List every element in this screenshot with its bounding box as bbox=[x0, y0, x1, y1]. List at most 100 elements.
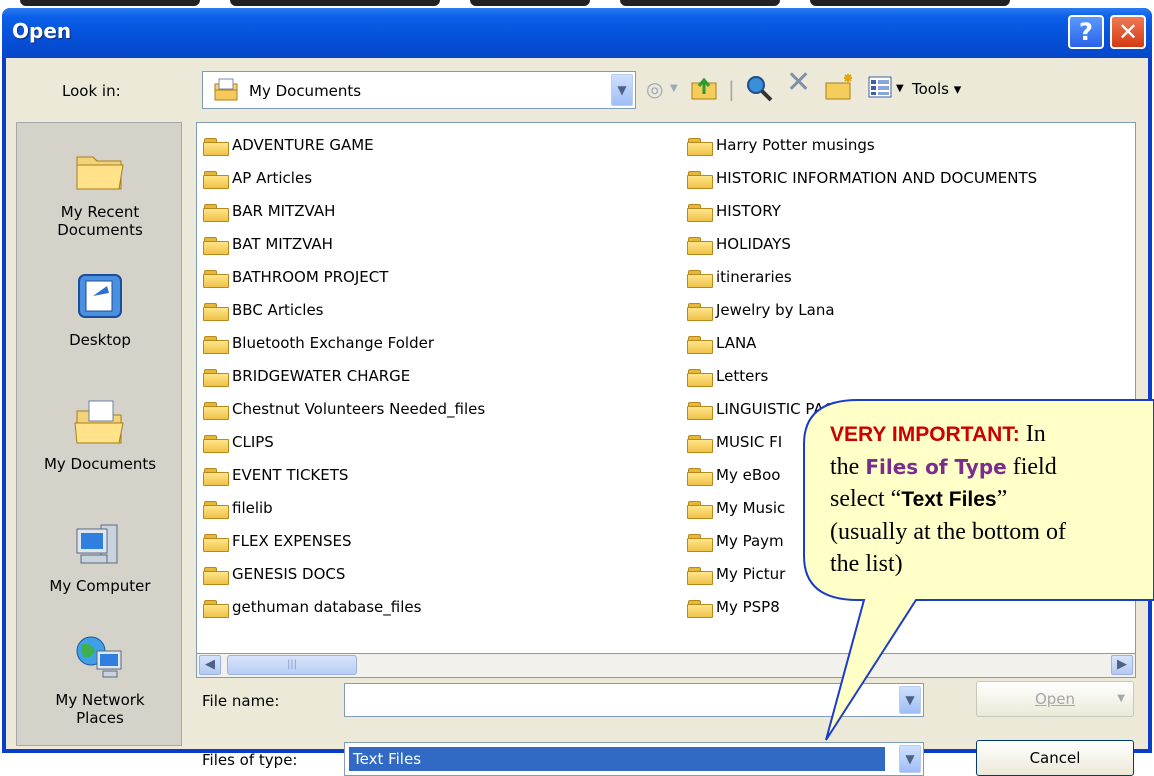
open-dialog: Open ? ✕ Look in: My Documents ▼ ◎ ▼ | ✕ bbox=[2, 8, 1152, 776]
scroll-right-icon[interactable]: ▶ bbox=[1111, 655, 1133, 675]
list-item[interactable]: BRIDGEWATER CHARGE bbox=[203, 360, 485, 393]
folder-icon bbox=[687, 434, 713, 453]
folder-icon bbox=[687, 533, 713, 552]
files-of-type-label: Files of type: bbox=[202, 751, 298, 769]
list-item-label: gethuman database_files bbox=[232, 598, 422, 616]
folder-icon bbox=[203, 368, 229, 387]
folder-icon bbox=[687, 599, 713, 618]
list-item[interactable]: filelib bbox=[203, 492, 485, 525]
list-item-label: FLEX EXPENSES bbox=[232, 532, 352, 550]
up-folder-icon[interactable] bbox=[690, 74, 720, 102]
folder-icon bbox=[687, 170, 713, 189]
dialog-body: Look in: My Documents ▼ ◎ ▼ | ✕ ▼ Tools … bbox=[6, 58, 1148, 776]
list-item-label: My Pictur bbox=[716, 565, 786, 583]
file-list-column-left: ADVENTURE GAME AP Articles BAR MITZVAH BAT … bbox=[203, 129, 485, 624]
list-item[interactable]: BAT MITZVAH bbox=[203, 228, 485, 261]
list-item[interactable]: gethuman database_files bbox=[203, 591, 485, 624]
place-label: My Computer bbox=[49, 577, 151, 595]
list-item[interactable]: Bluetooth Exchange Folder bbox=[203, 327, 485, 360]
list-item[interactable]: HISTORY bbox=[687, 195, 1037, 228]
file-name-input[interactable]: ▼ bbox=[344, 683, 924, 717]
list-item[interactable]: BAR MITZVAH bbox=[203, 195, 485, 228]
callout-emphasis: VERY IMPORTANT: bbox=[830, 423, 1020, 446]
list-item-label: CLIPS bbox=[232, 433, 274, 451]
scroll-thumb[interactable]: ||| bbox=[227, 655, 357, 675]
scroll-left-icon[interactable]: ◀ bbox=[199, 655, 221, 675]
list-item-label: Letters bbox=[716, 367, 769, 385]
list-item-label: AP Articles bbox=[232, 169, 313, 187]
callout-text-part: select “ bbox=[830, 486, 902, 512]
open-button[interactable]: Open ▼ bbox=[976, 681, 1134, 717]
list-item[interactable]: CLIPS bbox=[203, 426, 485, 459]
place-my-network-places[interactable]: My Network Places bbox=[17, 631, 183, 727]
look-in-dropdown[interactable]: My Documents ▼ bbox=[202, 71, 636, 109]
list-item[interactable]: EVENT TICKETS bbox=[203, 459, 485, 492]
chevron-down-icon[interactable]: ▼ bbox=[899, 745, 921, 773]
close-button[interactable]: ✕ bbox=[1110, 15, 1146, 49]
list-item[interactable]: Jewelry by Lana bbox=[687, 294, 1037, 327]
list-item-label: ADVENTURE GAME bbox=[232, 136, 374, 154]
list-item[interactable]: HISTORIC INFORMATION AND DOCUMENTS bbox=[687, 162, 1037, 195]
list-item[interactable]: My PSP8 bbox=[687, 591, 1037, 624]
folder-icon bbox=[203, 170, 229, 189]
folder-icon bbox=[203, 335, 229, 354]
list-item-label: BRIDGEWATER CHARGE bbox=[232, 367, 411, 385]
chevron-down-icon[interactable]: ▼ bbox=[611, 74, 633, 106]
folder-icon bbox=[687, 401, 713, 420]
folder-icon bbox=[203, 302, 229, 321]
list-item[interactable]: FLEX EXPENSES bbox=[203, 525, 485, 558]
title-bar[interactable]: Open ? ✕ bbox=[2, 8, 1152, 58]
list-item-label: HOLIDAYS bbox=[716, 235, 791, 253]
views-icon[interactable] bbox=[868, 76, 892, 98]
recent-documents-icon bbox=[76, 156, 124, 190]
callout-field-name: Files of Type bbox=[865, 455, 1007, 479]
list-item[interactable]: Harry Potter musings bbox=[687, 129, 1037, 162]
chevron-down-icon[interactable]: ▼ bbox=[1117, 682, 1125, 716]
search-web-icon[interactable] bbox=[744, 73, 774, 103]
place-my-documents[interactable]: My Documents bbox=[17, 395, 183, 473]
look-in-label: Look in: bbox=[62, 82, 121, 100]
cancel-button[interactable]: Cancel bbox=[976, 740, 1134, 776]
folder-icon bbox=[203, 401, 229, 420]
places-bar: My Recent Documents Desktop My Documents bbox=[16, 122, 182, 746]
place-desktop[interactable]: Desktop bbox=[17, 271, 183, 349]
tools-menu[interactable]: Tools ▾ bbox=[912, 78, 961, 100]
list-item[interactable]: ADVENTURE GAME bbox=[203, 129, 485, 162]
chevron-down-icon[interactable]: ▼ bbox=[670, 78, 678, 100]
back-icon[interactable]: ◎ bbox=[646, 78, 663, 100]
new-folder-icon[interactable] bbox=[824, 72, 856, 102]
chevron-down-icon[interactable]: ▼ bbox=[899, 686, 921, 714]
delete-icon[interactable]: ✕ bbox=[786, 68, 811, 98]
folder-icon bbox=[687, 467, 713, 486]
open-button-label: Open bbox=[1034, 690, 1076, 708]
help-button[interactable]: ? bbox=[1068, 15, 1104, 49]
list-item[interactable]: BATHROOM PROJECT bbox=[203, 261, 485, 294]
list-item[interactable]: BBC Articles bbox=[203, 294, 485, 327]
list-item-label: itineraries bbox=[716, 268, 792, 286]
list-item[interactable]: Chestnut Volunteers Needed_files bbox=[203, 393, 485, 426]
place-my-recent-documents[interactable]: My Recent Documents bbox=[17, 143, 183, 239]
list-item-label: BBC Articles bbox=[232, 301, 324, 319]
file-name-label: File name: bbox=[202, 692, 280, 710]
list-item[interactable]: AP Articles bbox=[203, 162, 485, 195]
list-item-label: Bluetooth Exchange Folder bbox=[232, 334, 435, 352]
my-documents-icon bbox=[74, 400, 124, 444]
list-item[interactable]: Letters bbox=[687, 360, 1037, 393]
window-title: Open bbox=[12, 19, 72, 43]
folder-icon bbox=[203, 236, 229, 255]
list-item[interactable]: HOLIDAYS bbox=[687, 228, 1037, 261]
list-item-label: BATHROOM PROJECT bbox=[232, 268, 389, 286]
list-item[interactable]: LANA bbox=[687, 327, 1037, 360]
folder-icon bbox=[203, 137, 229, 156]
folder-icon bbox=[203, 566, 229, 585]
list-item[interactable]: GENESIS DOCS bbox=[203, 558, 485, 591]
my-documents-small-icon bbox=[214, 78, 238, 101]
horizontal-scrollbar[interactable]: ◀ ||| ▶ bbox=[196, 654, 1136, 678]
list-item-label: Chestnut Volunteers Needed_files bbox=[232, 400, 486, 418]
files-of-type-dropdown[interactable]: Text Files ▼ bbox=[344, 742, 924, 776]
folder-icon bbox=[687, 335, 713, 354]
chevron-down-icon[interactable]: ▼ bbox=[896, 78, 904, 100]
list-item[interactable]: itineraries bbox=[687, 261, 1037, 294]
list-item-label: filelib bbox=[232, 499, 273, 517]
place-my-computer[interactable]: My Computer bbox=[17, 517, 183, 595]
